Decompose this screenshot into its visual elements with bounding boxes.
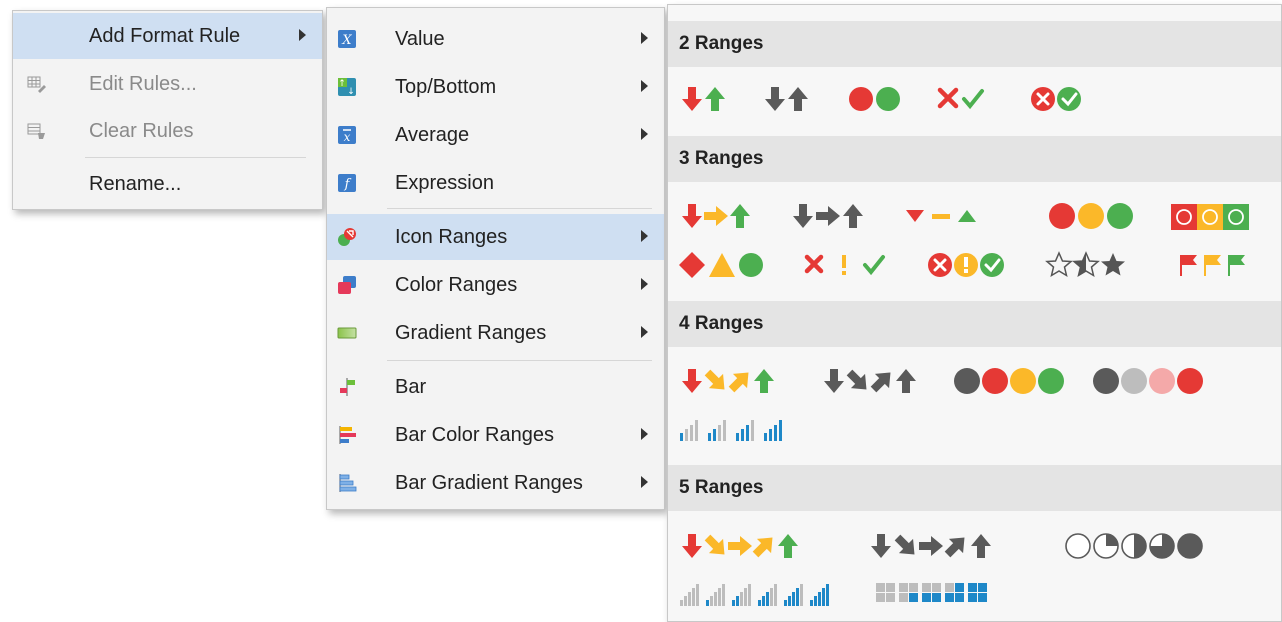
bar-gradient-ranges-icon [339,474,357,492]
icon-set-5-arrows-gray[interactable] [871,530,991,561]
group-2-ranges-icons [678,81,1098,117]
submenu-arrow-icon [299,29,306,41]
edit-rules-label: Edit Rules... [89,72,197,95]
icon-set-3-arrows-colored[interactable] [682,204,750,228]
gradient-ranges-icon [337,327,357,339]
svg-text:↑: ↑ [338,79,346,89]
add-format-rule-label: Add Format Rule [89,24,241,47]
icon-set-5-arrows-colored[interactable] [682,530,798,561]
bar-color-ranges-label: Bar Color Ranges [395,423,554,446]
icon-ranges-label: Icon Ranges [395,225,508,248]
edit-rules-icon [27,76,46,93]
group-header-4-ranges: 4 Ranges [668,301,1281,347]
group-3-ranges-icons-row-1 [678,198,1278,234]
add-format-rule-item[interactable]: Add Format Rule [13,13,322,59]
group-4-ranges-icons-row-2 [678,411,1278,447]
icon-set-3-signs[interactable] [679,252,763,278]
svg-text:X: X [341,33,352,48]
icon-set-2-symbols-uncircled[interactable] [937,87,984,110]
color-ranges-label: Color Ranges [395,273,518,296]
menu-separator [387,360,652,361]
value-icon: X [338,30,356,48]
rename-label: Rename... [89,172,182,195]
expression-icon: f [338,174,356,192]
clear-rules-icon [27,123,45,139]
group-5-ranges-icons-row-1 [678,528,1278,564]
group-5-ranges-icons-row-2 [678,576,1278,612]
group-3-ranges-icons-row-2 [678,247,1278,283]
top-bottom-icon: ↑ ↓ [338,78,356,97]
submenu-arrow-icon [641,32,648,44]
bar-color-ranges-item[interactable]: Bar Color Ranges [327,412,664,458]
submenu-arrow-icon [641,80,648,92]
svg-text:↓: ↓ [347,87,355,97]
group-header-2-ranges: 2 Ranges [668,21,1281,67]
icon-ranges-icon [338,228,356,246]
icon-set-5-boxes[interactable] [876,583,987,602]
top-bottom-item[interactable]: ↑ ↓ Top/Bottom [327,64,664,110]
average-label: Average [395,123,470,146]
group-header-3-ranges: 3 Ranges [668,136,1281,182]
icon-set-3-traffic-lights[interactable] [1049,203,1133,229]
icon-set-2-arrows-colored[interactable] [682,87,725,111]
expression-label: Expression [395,171,494,194]
bar-label: Bar [395,375,427,398]
value-label: Value [395,27,445,50]
bar-color-ranges-icon [339,426,356,444]
menu-separator [85,157,306,158]
clear-rules-label: Clear Rules [89,119,194,142]
average-item[interactable]: x Average [327,112,664,158]
format-rule-submenu: X Value ↑ ↓ Top/Bottom x Average f Expre… [326,7,665,510]
icon-set-4-arrows-gray[interactable] [824,365,916,396]
icon-set-4-bars[interactable] [680,420,782,441]
icon-set-3-symbols-uncircled[interactable] [804,254,885,276]
icon-set-4-traffic-lights[interactable] [954,368,1064,394]
icon-set-3-stars[interactable] [1045,251,1125,278]
icon-ranges-item[interactable]: Icon Ranges [327,214,664,260]
average-icon: x [338,126,356,144]
group-header-5-ranges: 5 Ranges [668,465,1281,511]
icon-set-3-boxes[interactable] [1171,204,1249,230]
icon-set-4-red-to-black[interactable] [1093,368,1203,394]
submenu-arrow-icon [641,476,648,488]
icon-set-3-arrows-gray[interactable] [793,204,863,228]
icon-set-3-flags[interactable] [1180,255,1245,276]
icon-set-2-arrows-gray[interactable] [765,87,808,111]
bar-gradient-ranges-label: Bar Gradient Ranges [395,471,583,494]
group-4-ranges-icons-row-1 [678,363,1278,399]
expression-item[interactable]: f Expression [327,160,664,206]
submenu-arrow-icon [641,230,648,242]
rename-item[interactable]: Rename... [13,161,322,207]
clear-rules-item[interactable]: Clear Rules [13,108,322,154]
top-bottom-label: Top/Bottom [395,75,497,98]
gradient-ranges-label: Gradient Ranges [395,321,547,344]
submenu-arrow-icon [641,278,648,290]
submenu-arrow-icon [641,326,648,338]
bar-item[interactable]: Bar [327,364,664,410]
color-ranges-icon [338,276,356,294]
icon-set-3-triangles[interactable] [906,210,976,222]
edit-rules-item[interactable]: Edit Rules... [13,61,322,107]
svg-text:x: x [344,130,351,144]
value-item[interactable]: X Value [327,16,664,62]
context-menu: Add Format Rule Edit Rules... Clear Rule… [12,10,323,210]
icon-ranges-gallery: 2 Ranges 3 Ranges 4 Ranges 5 Ranges [667,4,1282,622]
icon-set-5-bars[interactable] [680,584,829,606]
color-ranges-item[interactable]: Color Ranges [327,262,664,308]
icon-set-5-quarters[interactable] [1065,533,1203,559]
menu-separator [387,208,652,209]
bar-gradient-ranges-item[interactable]: Bar Gradient Ranges [327,460,664,506]
icon-set-4-arrows-colored[interactable] [682,365,774,396]
submenu-arrow-icon [641,428,648,440]
submenu-arrow-icon [641,128,648,140]
bar-icon [340,378,355,396]
icon-set-2-circles[interactable] [849,87,900,111]
icon-set-2-symbols-circled[interactable] [1031,87,1081,111]
icon-set-3-symbols-circled[interactable] [928,253,1004,277]
gradient-ranges-item[interactable]: Gradient Ranges [327,310,664,356]
